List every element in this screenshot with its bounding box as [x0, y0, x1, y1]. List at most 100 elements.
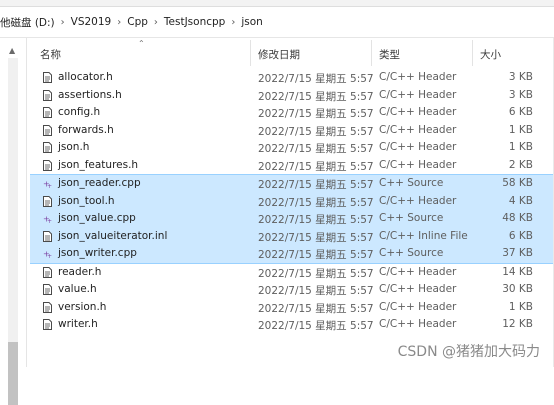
file-type: C/C++ Header [379, 106, 457, 118]
file-date: 2022/7/15 星期五 5:57 [258, 143, 374, 155]
chevron-right-icon[interactable]: › [154, 17, 158, 28]
svg-text:+: + [47, 218, 52, 224]
breadcrumb-item-json[interactable]: json [241, 16, 262, 28]
file-row[interactable]: config.h 2022/7/15 星期五 5:57 C/C++ Header 6 … [30, 104, 554, 122]
file-row[interactable]: version.h 2022/7/15 星期五 5:57 C/C++ Header 1… [30, 299, 554, 317]
file-type: C/C++ Header [379, 318, 457, 330]
file-row[interactable]: + + json_writer.cpp 2022/7/15 星期五 5:57 C++ S… [30, 245, 554, 264]
header-file-icon [43, 107, 52, 118]
file-name: json_tool.h [58, 194, 115, 207]
svg-text:+: + [47, 253, 52, 259]
chevron-right-icon[interactable]: › [117, 17, 121, 28]
header-file-icon [43, 266, 52, 278]
column-headers: ⌃ 名称 修改日期 类型 大小 [30, 38, 554, 68]
header-file-icon [43, 124, 52, 136]
file-row[interactable]: + + json_value.cpp 2022/7/15 星期五 5:57 C++ So… [30, 210, 554, 228]
ribbon-edge [0, 0, 554, 7]
file-row[interactable]: value.h 2022/7/15 星期五 5:57 C/C++ Header 30 … [30, 281, 554, 299]
file-row[interactable]: json_tool.h 2022/7/15 星期五 5:57 C/C++ Heade… [30, 192, 554, 210]
file-date: 2022/7/15 星期五 5:57 [258, 320, 374, 332]
file-type: C/C++ Header [379, 158, 457, 171]
file-type: C/C++ Header [379, 283, 457, 295]
file-date: 2022/7/15 星期五 5:57 [258, 73, 374, 85]
file-row[interactable]: allocator.h 2022/7/15 星期五 5:57 C/C++ Heade… [30, 69, 554, 87]
file-date: 2022/7/15 星期五 5:57 [258, 285, 374, 297]
file-size: 3 KB [508, 71, 533, 83]
file-type: C++ Source [379, 212, 444, 224]
header-file-icon [43, 89, 52, 101]
header-file-icon [43, 159, 52, 171]
file-size: 12 KB [502, 318, 533, 330]
file-name: json.h [58, 141, 90, 153]
breadcrumb-label: json [241, 16, 263, 28]
file-row[interactable]: writer.h 2022/7/15 星期五 5:57 C/C++ Header 12… [30, 316, 554, 334]
file-type: C++ Source [379, 247, 444, 259]
column-header-type[interactable]: 类型 [379, 47, 400, 62]
column-header-name[interactable]: 名称 [40, 47, 61, 62]
scrollbar-thumb[interactable] [8, 342, 18, 405]
file-name: assertions.h [58, 88, 122, 101]
inline-file-icon [43, 230, 52, 242]
file-row[interactable]: forwards.h 2022/7/15 星期五 5:57 C/C++ Header… [30, 122, 554, 140]
file-row[interactable]: + + json_reader.cpp 2022/7/15 星期五 5:57 C++ S… [30, 174, 554, 193]
file-date: 2022/7/15 星期五 5:57 [258, 196, 374, 209]
file-row[interactable]: json.h 2022/7/15 星期五 5:57 C/C++ Header 1 KB [30, 139, 554, 157]
file-row[interactable]: assertions.h 2022/7/15 星期五 5:57 C/C++ Head… [30, 87, 554, 105]
file-size: 3 KB [508, 88, 533, 101]
file-type: C/C++ Header [379, 71, 457, 83]
file-size: 48 KB [502, 212, 533, 224]
breadcrumb-item-cpp[interactable]: Cpp [127, 16, 148, 28]
file-size: 37 KB [502, 247, 533, 259]
breadcrumb-label: 他磁盘 (D:) [0, 16, 55, 29]
file-date: 2022/7/15 星期五 5:57 [258, 160, 374, 173]
file-name: writer.h [58, 318, 98, 330]
file-row[interactable]: json_valueiterator.inl 2022/7/15 星期五 5:57… [30, 227, 554, 245]
file-type: C/C++ Header [379, 123, 457, 136]
breadcrumb[interactable]: 他磁盘 (D:) › VS2019 › Cpp › TestJsoncpp › … [0, 7, 554, 38]
breadcrumb-item-testjsoncpp[interactable]: TestJsoncpp [164, 16, 225, 28]
file-name: config.h [58, 106, 101, 118]
column-divider[interactable] [371, 40, 372, 66]
breadcrumb-item-drive[interactable]: 他磁盘 (D:) [0, 15, 55, 30]
navigation-pane-scroll: ▲ [0, 38, 27, 405]
file-name: json_writer.cpp [58, 247, 137, 259]
file-type: C/C++ Header [379, 141, 457, 153]
file-name: allocator.h [58, 71, 113, 83]
watermark: CSDN @猪猪加大码力 [397, 344, 540, 360]
file-name: json_valueiterator.inl [58, 229, 168, 242]
file-type: C/C++ Header [379, 194, 457, 207]
file-date: 2022/7/15 星期五 5:57 [258, 125, 374, 138]
file-list: allocator.h 2022/7/15 星期五 5:57 C/C++ Heade… [30, 69, 554, 334]
breadcrumb-label: Cpp [127, 16, 148, 28]
scroll-up-icon[interactable]: ▲ [9, 46, 15, 55]
file-size: 58 KB [502, 177, 533, 189]
file-date: 2022/7/15 星期五 5:57 [258, 90, 374, 103]
sort-ascending-icon: ⌃ [138, 39, 145, 48]
file-size: 30 KB [502, 283, 533, 295]
file-name: json_features.h [58, 158, 139, 171]
breadcrumb-label: VS2019 [70, 16, 112, 28]
chevron-right-icon[interactable]: › [61, 17, 65, 28]
file-size: 6 KB [508, 229, 533, 242]
file-size: 1 KB [508, 300, 533, 313]
file-date: 2022/7/15 星期五 5:57 [258, 249, 374, 261]
file-size: 1 KB [508, 123, 533, 136]
column-divider[interactable] [472, 40, 473, 66]
file-size: 14 KB [502, 265, 533, 278]
column-header-date[interactable]: 修改日期 [258, 47, 300, 62]
file-size: 4 KB [508, 194, 533, 207]
file-date: 2022/7/15 星期五 5:57 [258, 108, 374, 120]
column-divider[interactable] [250, 40, 251, 66]
file-size: 6 KB [508, 106, 533, 118]
file-row[interactable]: reader.h 2022/7/15 星期五 5:57 C/C++ Header 14… [30, 264, 554, 282]
file-row[interactable]: json_features.h 2022/7/15 星期五 5:57 C/C++ H… [30, 157, 554, 175]
file-date: 2022/7/15 星期五 5:57 [258, 231, 374, 244]
file-type: C/C++ Header [379, 265, 457, 278]
file-type: C++ Source [379, 177, 444, 189]
file-type: C/C++ Header [379, 88, 457, 101]
svg-text:+: + [47, 183, 52, 189]
chevron-right-icon[interactable]: › [231, 17, 235, 28]
header-file-icon [43, 195, 52, 207]
column-header-size[interactable]: 大小 [480, 47, 501, 62]
breadcrumb-item-vs2019[interactable]: VS2019 [71, 16, 112, 28]
